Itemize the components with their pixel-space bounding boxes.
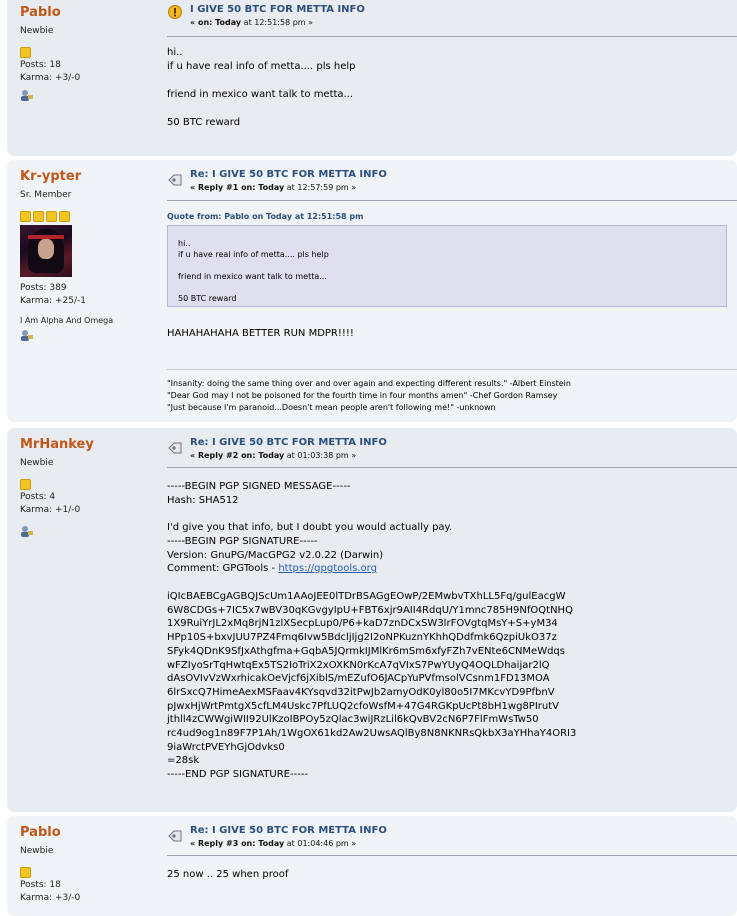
member-title: Newbie [20, 458, 54, 468]
member-title: Sr. Member [20, 190, 72, 200]
header-divider [167, 467, 737, 468]
signature: "Insanity: doing the same thing over and… [167, 379, 571, 412]
profile-icon[interactable] [20, 89, 33, 101]
quote-box: hi.. if u have real info of metta.... pl… [167, 225, 727, 307]
member-title: Newbie [20, 846, 54, 856]
post-4: Pablo Newbie Posts: 18 Karma: +3/-0 Re: … [7, 816, 737, 916]
post-1: Pablo Newbie Posts: 18 Karma: +3/-0 I GI… [7, 0, 737, 156]
post-meta: « on: Today at 12:51:58 pm » [190, 18, 314, 27]
pgp-comment: Comment: GPGTools - https://gpgtools.org [167, 563, 377, 574]
reply-icon [168, 442, 182, 454]
pgp-message-header: -----BEGIN PGP SIGNED MESSAGE----- Hash:… [167, 481, 453, 561]
rank-stars [20, 43, 160, 58]
karma: Karma: +3/-0 [20, 73, 81, 83]
header-divider [167, 855, 737, 856]
star-icon [20, 867, 31, 878]
post-count: Posts: 4 [20, 492, 56, 502]
star-icon [20, 47, 31, 58]
post-subject[interactable]: Re: I GIVE 50 BTC FOR METTA INFO [190, 437, 387, 448]
profile-icon[interactable] [20, 525, 33, 537]
warning-icon [168, 5, 182, 19]
author-name[interactable]: MrHankey [20, 437, 160, 452]
star-icon [20, 479, 31, 490]
star-icon [20, 211, 31, 222]
post-meta: « Reply #2 on: Today at 01:03:38 pm » [190, 451, 357, 460]
avatar [20, 225, 72, 277]
post-2: Kr-ypter Sr. Member Posts: 389 Karma: +2… [7, 160, 737, 422]
karma: Karma: +1/-0 [20, 505, 81, 515]
post-count: Posts: 18 [20, 880, 61, 890]
rank-stars [20, 863, 160, 878]
post-3: MrHankey Newbie Posts: 4 Karma: +1/-0 Re… [7, 428, 737, 812]
quote-header[interactable]: Quote from: Pablo on Today at 12:51:58 p… [167, 212, 363, 221]
post-meta: « Reply #1 on: Today at 12:57:59 pm » [190, 183, 357, 192]
rank-stars [20, 475, 160, 490]
star-icon [33, 211, 44, 222]
reply-icon [168, 830, 182, 842]
post-subject[interactable]: Re: I GIVE 50 BTC FOR METTA INFO [190, 825, 387, 836]
post-body: HAHAHAHAHA BETTER RUN MDPR!!!! [167, 328, 354, 339]
author-name[interactable]: Pablo [20, 825, 160, 840]
personal-text: I Am Alpha And Omega [20, 316, 114, 325]
karma: Karma: +25/-1 [20, 296, 86, 306]
post-count: Posts: 18 [20, 60, 61, 70]
poster-info: Pablo Newbie Posts: 18 Karma: +3/-0 [20, 825, 160, 905]
post-subject[interactable]: I GIVE 50 BTC FOR METTA INFO [190, 4, 365, 15]
reply-icon [168, 174, 182, 186]
header-divider [167, 200, 737, 201]
pgp-signature-block: iQIcBAEBCgAGBQJScUm1AAoJEE0lTDrBSAGgEOwP… [167, 591, 577, 781]
post-subject[interactable]: Re: I GIVE 50 BTC FOR METTA INFO [190, 169, 387, 180]
header-divider [167, 36, 737, 37]
author-name[interactable]: Kr-ypter [20, 169, 160, 184]
poster-info: Pablo Newbie Posts: 18 Karma: +3/-0 [20, 5, 160, 101]
karma: Karma: +3/-0 [20, 893, 81, 903]
member-title: Newbie [20, 26, 54, 36]
star-icon [46, 211, 57, 222]
poster-info: MrHankey Newbie Posts: 4 Karma: +1/-0 [20, 437, 160, 537]
post-body: 25 now .. 25 when proof [167, 869, 289, 880]
star-icon [59, 211, 70, 222]
author-name[interactable]: Pablo [20, 5, 160, 20]
profile-icon[interactable] [20, 329, 33, 341]
poster-info: Kr-ypter Sr. Member Posts: 389 Karma: +2… [20, 169, 160, 341]
post-count: Posts: 389 [20, 283, 67, 293]
post-body: hi.. if u have real info of metta.... pl… [167, 47, 356, 128]
signature-divider [167, 369, 737, 370]
post-meta: « Reply #3 on: Today at 01:04:46 pm » [190, 839, 357, 848]
gpgtools-link[interactable]: https://gpgtools.org [278, 563, 377, 574]
rank-stars [20, 207, 160, 222]
